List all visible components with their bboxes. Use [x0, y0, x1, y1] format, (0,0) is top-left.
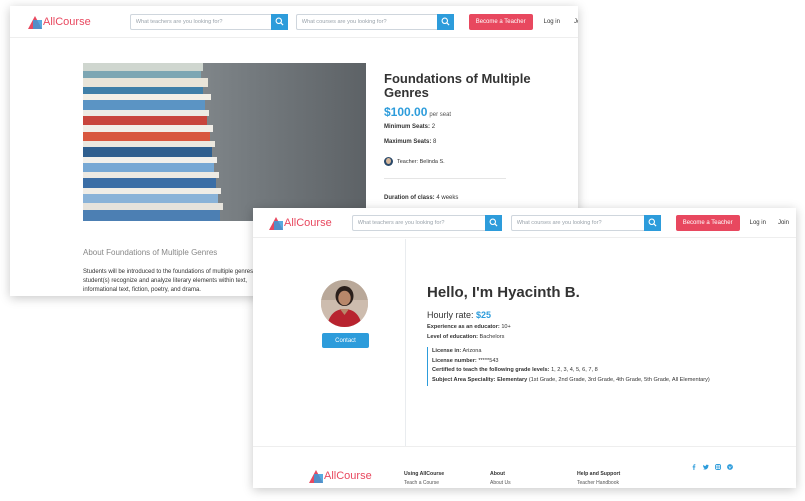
- teacher-photo: [321, 280, 368, 327]
- course-teacher[interactable]: Teacher: Belinda S.: [384, 157, 445, 166]
- footer-heading: Help and Support: [577, 471, 621, 477]
- allcourse-logo-icon: [28, 15, 42, 29]
- join-link[interactable]: Join: [574, 19, 578, 25]
- experience: Experience as an educator: 10+: [427, 324, 511, 330]
- duration-label: Duration of class:: [384, 195, 435, 201]
- maximum-seats: Maximum Seats: 8: [384, 139, 436, 145]
- teacher-name: Teacher: Belinda S.: [397, 158, 445, 165]
- brand-name: AllCourse: [284, 216, 332, 229]
- footer-logo[interactable]: AllCourse: [309, 469, 372, 483]
- about-course-title: About Foundations of Multiple Genres: [83, 248, 218, 257]
- teacher-search-button[interactable]: [484, 214, 502, 231]
- course-search-button[interactable]: [643, 214, 661, 231]
- course-search-input[interactable]: [296, 14, 437, 29]
- experience-value: 10+: [501, 324, 511, 330]
- vimeo-icon[interactable]: [727, 464, 733, 470]
- profile-sidebar: Contact: [253, 239, 406, 446]
- footer-col-using: Using AllCourse Teach a Course: [404, 471, 444, 486]
- brand-name: AllCourse: [324, 470, 372, 482]
- login-link[interactable]: Log in: [544, 19, 560, 25]
- license-number-label: License number:: [432, 357, 477, 364]
- grade-levels: Certified to teach the following grade l…: [432, 366, 710, 376]
- teacher-profile-window: AllCourse Become a Teacher Log in Join: [253, 208, 796, 488]
- about-course-text: Students will be introduced to the found…: [83, 269, 255, 293]
- brand-logo[interactable]: AllCourse: [269, 216, 332, 230]
- max-seats-value: 8: [433, 139, 437, 145]
- become-teacher-button[interactable]: Become a Teacher: [675, 214, 740, 231]
- search-icon: [648, 218, 657, 227]
- course-title: Foundations of Multiple Genres: [384, 71, 531, 100]
- speciality-label: Subject Area Speciality: Elementary: [432, 377, 528, 384]
- profile-page-header: AllCourse Become a Teacher Log in Join: [253, 208, 796, 238]
- profile-greeting: Hello, I'm Hyacinth B.: [427, 284, 580, 301]
- instagram-icon[interactable]: [715, 464, 721, 470]
- teacher-search-input[interactable]: [130, 14, 271, 29]
- footer-col-about: About About Us: [490, 471, 511, 486]
- footer-link-handbook[interactable]: Teacher Handbook: [577, 480, 620, 486]
- license-in-value: Arizona: [462, 348, 482, 354]
- social-links: [691, 464, 733, 470]
- join-link[interactable]: Join: [778, 220, 789, 226]
- facebook-icon[interactable]: [691, 464, 697, 470]
- speciality-value: (1st Grade, 2nd Grade, 3rd Grade, 4th Gr…: [528, 377, 710, 384]
- course-page-header: AllCourse Become a Teacher Log in Join: [10, 6, 578, 38]
- search-icon: [489, 218, 498, 227]
- class-duration: Duration of class: 4 weeks: [384, 195, 458, 201]
- subject-speciality: Subject Area Speciality: Elementary (1st…: [432, 376, 710, 386]
- price-value: $100.00: [384, 105, 428, 119]
- grades-value: 1, 2, 3, 4, 5, 6, 7, 8: [551, 367, 598, 374]
- license-in-label: License in:: [432, 348, 462, 354]
- course-search: [510, 214, 661, 231]
- course-search-input[interactable]: [511, 215, 644, 230]
- minimum-seats: Minimum Seats: 2: [384, 124, 435, 130]
- footer-link-teach[interactable]: Teach a Course: [404, 480, 444, 486]
- max-seats-label: Maximum Seats:: [384, 139, 432, 145]
- brand-name: AllCourse: [43, 15, 91, 28]
- footer-heading: Using AllCourse: [404, 471, 445, 477]
- login-link[interactable]: Log in: [750, 220, 766, 226]
- divider: [384, 178, 506, 179]
- search-icon: [275, 17, 284, 26]
- footer-heading: About: [490, 471, 505, 477]
- education-value: Bachelors: [479, 334, 505, 340]
- education-label: Level of education:: [427, 334, 478, 340]
- rate-label: Hourly rate:: [427, 310, 474, 320]
- teacher-search: [129, 13, 288, 30]
- license-details: License in: Arizona License number: ****…: [427, 347, 710, 386]
- min-seats-value: 2: [431, 124, 436, 130]
- allcourse-logo-icon: [269, 216, 283, 230]
- footer-link-about-us[interactable]: About Us: [490, 480, 511, 486]
- price-unit: per seat: [429, 112, 452, 118]
- course-price: $100.00 per seat: [384, 105, 451, 119]
- allcourse-logo-icon: [309, 469, 323, 483]
- license-number: License number: *****543: [432, 357, 710, 367]
- become-teacher-button[interactable]: Become a Teacher: [468, 13, 533, 30]
- stacked-books-photo: [83, 63, 366, 221]
- education: Level of education: Bachelors: [427, 334, 504, 340]
- rate-value: $25: [476, 310, 492, 320]
- hourly-rate: Hourly rate: $25: [427, 310, 491, 320]
- teacher-search-input[interactable]: [352, 215, 485, 230]
- license-number-value: *****543: [478, 357, 499, 364]
- teacher-search: [351, 214, 502, 231]
- teacher-portrait: [321, 280, 368, 327]
- footer-col-help: Help and Support Teacher Handbook: [577, 471, 620, 486]
- min-seats-label: Minimum Seats:: [384, 124, 431, 130]
- experience-label: Experience as an educator:: [427, 324, 500, 330]
- screenshot-stage: AllCourse Become a Teacher Log in Join: [0, 0, 805, 501]
- site-footer: AllCourse Using AllCourse Teach a Course…: [253, 446, 796, 488]
- brand-logo: AllCourse: [309, 469, 372, 483]
- license-state: License in: Arizona: [432, 347, 710, 357]
- course-search-button[interactable]: [436, 13, 454, 30]
- grades-label: Certified to teach the following grade l…: [432, 367, 550, 374]
- teacher-avatar: [384, 157, 393, 166]
- twitter-icon[interactable]: [703, 464, 709, 470]
- duration-value: 4 weeks: [436, 195, 459, 201]
- teacher-search-button[interactable]: [270, 13, 288, 30]
- course-search: [295, 13, 454, 30]
- brand-logo[interactable]: AllCourse: [28, 15, 91, 29]
- course-image: [83, 63, 366, 221]
- search-icon: [441, 17, 450, 26]
- contact-button[interactable]: Contact: [322, 333, 369, 348]
